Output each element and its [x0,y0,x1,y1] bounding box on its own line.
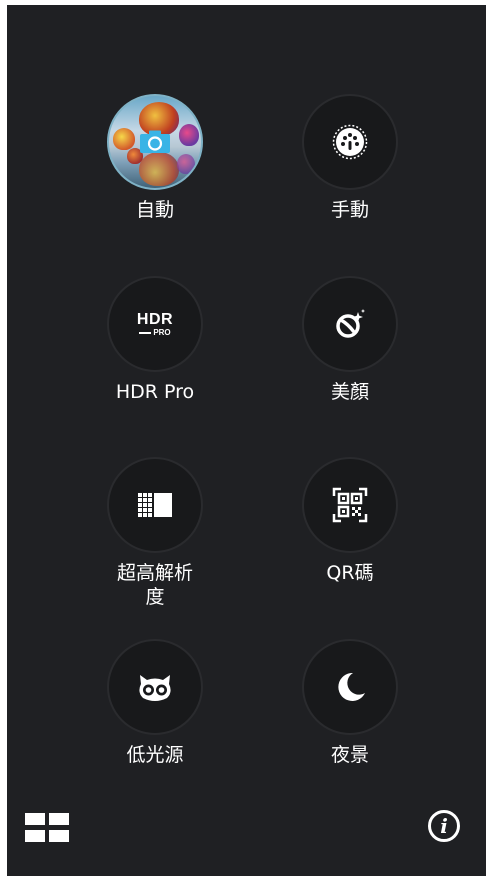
mode-manual-circle [302,94,398,190]
mode-beauty[interactable]: 美顏 [270,276,430,404]
mode-manual-label: 手動 [330,199,369,221]
mode-super-resolution[interactable]: 超高解析 度 [75,457,235,609]
mode-super-res-circle [107,457,203,553]
mode-auto-thumbnail [107,94,203,190]
mode-beauty-circle [302,276,398,372]
mode-hdr-pro[interactable]: HDR PRO HDR Pro [75,276,235,404]
mode-auto[interactable]: 自動 [75,94,235,222]
mode-hdr-label: HDR Pro [115,381,195,403]
mode-hdr-circle: HDR PRO [107,276,203,372]
camera-icon [140,130,170,153]
mode-night-circle [302,639,398,735]
mode-low-light-label: 低光源 [126,744,184,766]
mode-qr[interactable]: QR碼 [270,457,430,585]
mode-low-light[interactable]: 低光源 [75,639,235,767]
mode-beauty-label: 美顏 [330,381,369,403]
camera-mode-screen: 自動 手動 HDR PRO HDR Pro 美顏 超高解析 度 QR碼 低光源 … [7,5,486,876]
mode-qr-circle [302,457,398,553]
mode-low-light-circle [107,639,203,735]
hdr-pro-icon: HDR PRO [136,310,174,337]
grid-layout-icon [25,813,69,842]
grid-layout-button[interactable] [25,813,69,847]
moon-icon [338,672,365,701]
owl-icon [139,675,171,701]
mode-auto-label: 自動 [135,199,174,221]
mode-manual[interactable]: 手動 [270,94,430,222]
mode-night[interactable]: 夜景 [270,639,430,767]
mode-night-label: 夜景 [330,744,369,766]
super-resolution-grid-icon [138,493,172,517]
mode-qr-label: QR碼 [326,562,374,584]
qr-code-icon [332,487,368,523]
beautify-sparkle-icon [336,309,365,338]
info-button[interactable]: i [428,810,460,842]
dial-icon [332,124,368,160]
info-icon: i [428,810,460,842]
mode-super-res-label: 超高解析 度 [116,562,193,608]
